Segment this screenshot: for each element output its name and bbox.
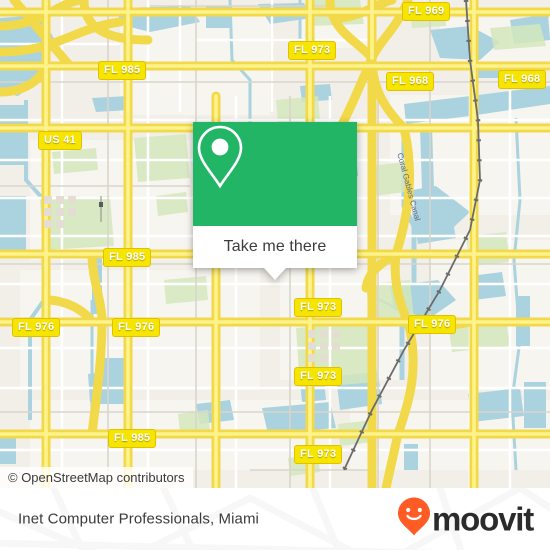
road-shield: FL 968 bbox=[498, 70, 547, 89]
road-shield: FL 973 bbox=[288, 41, 337, 60]
screenshot-root: Coral Gables Canal FL 969 FL 973 FL 985 … bbox=[0, 0, 550, 550]
road-shield: FL 985 bbox=[103, 248, 152, 267]
road-shield: FL 976 bbox=[408, 315, 457, 334]
road-shield: US 41 bbox=[38, 131, 83, 150]
moovit-wordmark: moovit bbox=[432, 500, 534, 538]
road-shield: FL 985 bbox=[108, 429, 157, 448]
osm-attribution[interactable]: © OpenStreetMap contributors bbox=[0, 467, 193, 488]
road-shield: FL 973 bbox=[294, 445, 343, 464]
road-shield: FL 973 bbox=[294, 367, 343, 386]
moovit-brand[interactable]: moovit bbox=[397, 497, 534, 542]
popup-pointer-arrow bbox=[264, 268, 286, 280]
moovit-smiley-pin-icon bbox=[397, 497, 431, 542]
map-canvas[interactable]: Coral Gables Canal FL 969 FL 973 FL 985 … bbox=[0, 0, 550, 488]
location-popup-card[interactable]: Take me there bbox=[193, 122, 357, 280]
road-shield: FL 973 bbox=[294, 298, 343, 317]
take-me-there-button[interactable]: Take me there bbox=[193, 226, 357, 268]
take-me-there-label: Take me there bbox=[223, 238, 327, 255]
road-shield: FL 976 bbox=[112, 318, 161, 337]
road-shield: FL 968 bbox=[386, 72, 435, 91]
page-title: Inet Computer Professionals, Miami bbox=[18, 510, 259, 528]
road-shield: FL 976 bbox=[12, 318, 61, 337]
footer-bar: Inet Computer Professionals, Miami moovi… bbox=[0, 488, 550, 550]
popup-icon-area bbox=[193, 122, 357, 226]
road-shield: FL 969 bbox=[402, 2, 451, 21]
road-shield: FL 985 bbox=[98, 61, 147, 80]
